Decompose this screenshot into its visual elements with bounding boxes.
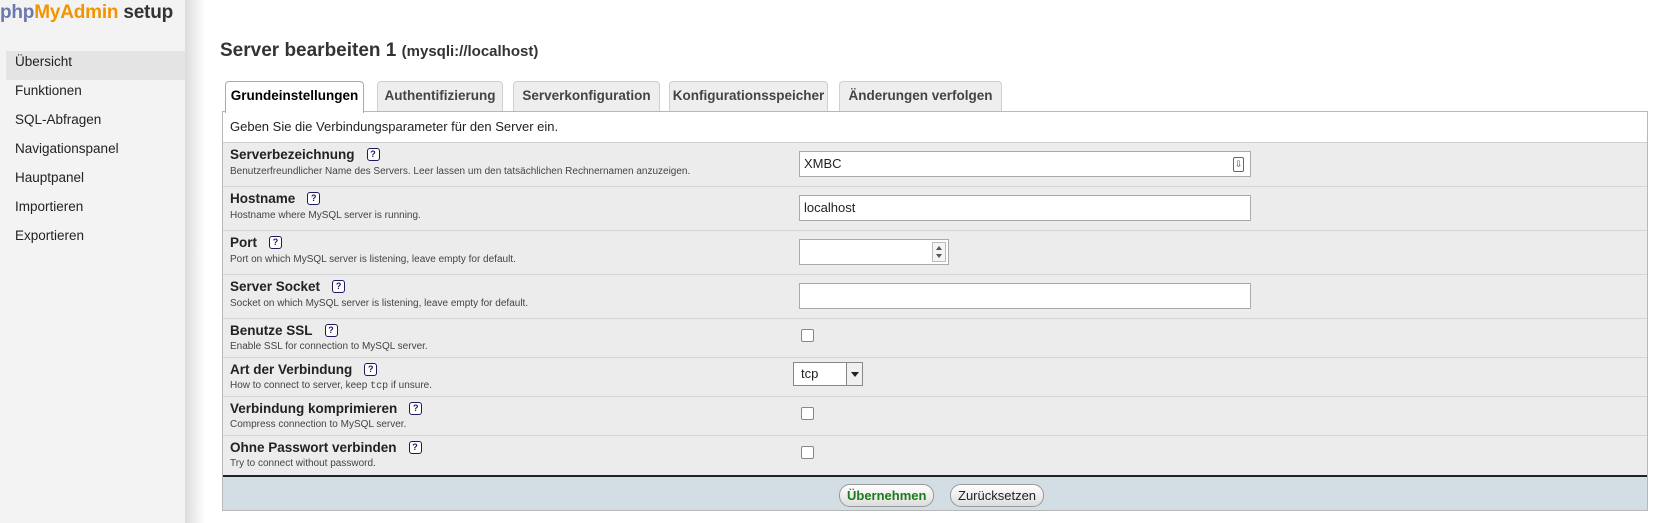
tab-serverkonfiguration[interactable]: Serverkonfiguration [513,81,660,111]
field-description: Hostname where MySQL server is running. [230,210,421,221]
tab-aenderungen-verfolgen[interactable]: Änderungen verfolgen [839,81,1002,111]
field-row-verbindung-komprimieren: Verbindung komprimieren? Compress connec… [223,397,1647,436]
field-label: Port? [230,235,282,250]
compress-checkbox[interactable] [801,407,814,420]
field-description: Port on which MySQL server is listening,… [230,254,516,265]
form-description: Geben Sie die Verbindungsparameter für d… [223,112,1647,143]
apply-button[interactable]: Übernehmen [839,484,935,507]
field-label: Server Socket? [230,279,346,294]
port-input[interactable] [799,239,949,265]
help-icon[interactable]: ? [307,192,321,205]
page-title: Server bearbeiten 1 (mysqli://localhost) [220,40,539,61]
nopassword-checkbox[interactable] [801,446,814,459]
help-icon[interactable]: ? [269,236,282,249]
page-subtitle: (mysqli://localhost) [401,43,539,60]
field-description: Enable SSL for connection to MySQL serve… [230,341,428,352]
help-icon[interactable]: ? [332,280,346,293]
field-description: Benutzerfreundlicher Name des Servers. L… [230,166,691,177]
field-description: How to connect to server, keep tcp if un… [230,380,433,392]
form-footer: Übernehmen Zurücksetzen [223,475,1647,510]
port-spinner[interactable] [932,242,946,262]
field-row-serverbezeichnung: Serverbezeichnung? Benutzerfreundlicher … [223,143,1647,187]
field-description: Try to connect without password. [230,458,376,469]
field-row-art-der-verbindung: Art der Verbindung? How to connect to se… [223,358,1647,397]
field-description: Compress connection to MySQL server. [230,419,407,430]
serverbezeichnung-input[interactable]: XMBC ⇩ [799,151,1251,177]
field-row-ohne-passwort: Ohne Passwort verbinden? Try to connect … [223,436,1647,475]
connection-type-select[interactable]: tcp [793,362,863,386]
field-label: Verbindung komprimieren? [230,401,423,416]
field-row-benutze-ssl: Benutze SSL? Enable SSL for connection t… [223,319,1647,358]
autofill-icon[interactable]: ⇩ [1233,157,1244,172]
help-icon[interactable]: ? [408,441,422,454]
field-label: Art der Verbindung? [230,362,378,377]
field-description: Socket on which MySQL server is listenin… [230,298,529,309]
field-row-server-socket: Server Socket? Socket on which MySQL ser… [223,275,1647,319]
field-label: Benutze SSL? [230,323,338,338]
field-label: Hostname? [230,191,321,206]
help-icon[interactable]: ? [409,402,423,415]
field-label: Serverbezeichnung? [230,147,380,162]
chevron-down-icon[interactable] [846,363,862,385]
tab-grundeinstellungen[interactable]: Grundeinstellungen [225,81,364,113]
help-icon[interactable]: ? [364,363,378,376]
ssl-checkbox[interactable] [801,329,814,342]
server-socket-input[interactable] [799,283,1251,309]
tab-konfigurationsspeicher[interactable]: Konfigurationsspeicher [669,81,828,111]
main-content: Server bearbeiten 1 (mysqli://localhost)… [0,0,1672,523]
field-label: Ohne Passwort verbinden? [230,440,422,455]
help-icon[interactable]: ? [324,324,338,337]
spin-down-icon[interactable] [936,254,942,258]
field-row-hostname: Hostname? Hostname where MySQL server is… [223,187,1647,231]
spin-up-icon[interactable] [936,246,942,250]
tab-authentifizierung[interactable]: Authentifizierung [377,81,503,111]
field-row-port: Port? Port on which MySQL server is list… [223,231,1647,275]
help-icon[interactable]: ? [366,148,380,161]
server-settings-form: Geben Sie die Verbindungsparameter für d… [222,111,1648,511]
reset-button[interactable]: Zurücksetzen [950,484,1045,507]
hostname-input[interactable]: localhost [799,195,1251,221]
